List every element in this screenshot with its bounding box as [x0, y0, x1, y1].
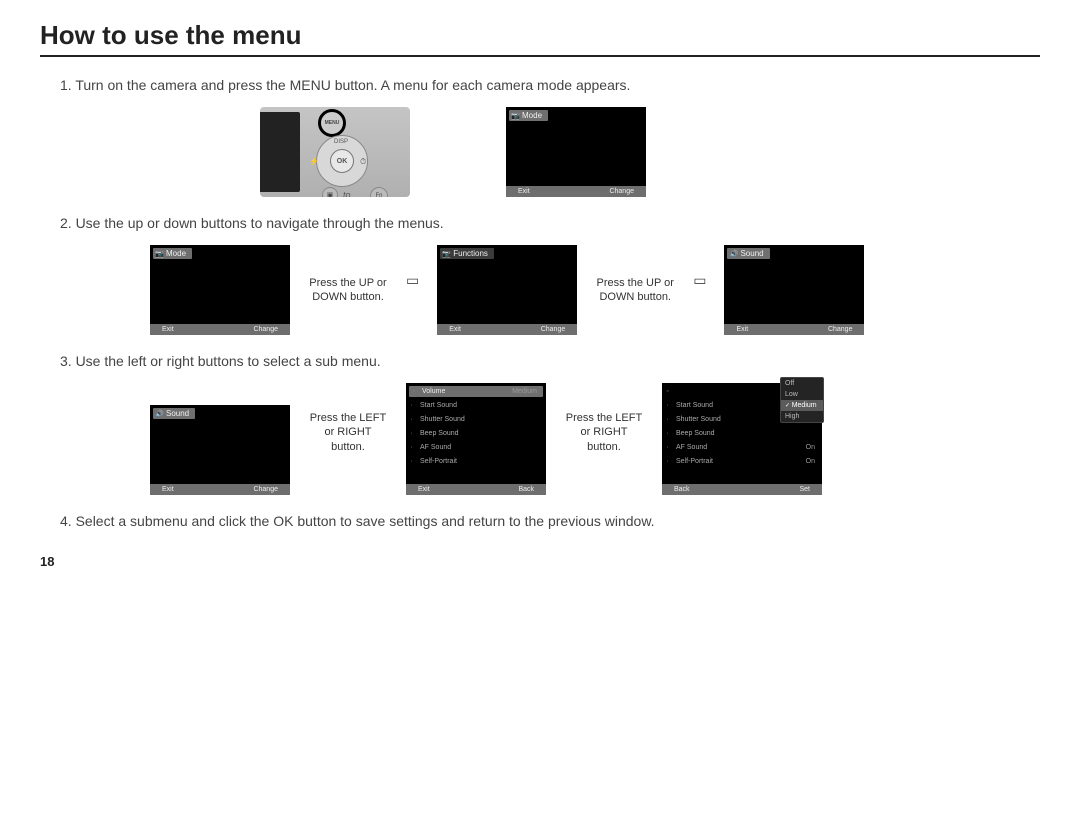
- caption-leftright-1: Press the LEFT or RIGHT button.: [308, 411, 388, 454]
- footer-exit: Exit: [449, 326, 461, 333]
- sound-header-label: Sound: [740, 249, 763, 258]
- camera-illustration: MENU OK DISP ⚡ ⏱ ▣ to Fn: [260, 107, 410, 197]
- camera-icon: 📷: [442, 250, 450, 258]
- af-sound-value: On: [806, 444, 819, 451]
- step-4-text: 4. Select a submenu and click the OK but…: [60, 513, 1040, 529]
- caption-leftright-2: Press the LEFT or RIGHT button.: [564, 411, 644, 454]
- sound-panel-2: 🔊 Sound Exit Change: [150, 405, 290, 495]
- caption-updown-2: Press the UP or DOWN button.: [595, 276, 675, 305]
- beep-sound-label: Beep Sound: [418, 430, 543, 437]
- step-3-text: 3. Use the left or right buttons to sele…: [60, 353, 1040, 369]
- self-portrait-value: On: [806, 458, 819, 465]
- mode-header-label: Mode: [166, 249, 186, 258]
- functions-header-label: Functions: [453, 249, 488, 258]
- popup-medium-selected: Medium: [781, 400, 823, 411]
- footer-change: Change: [541, 326, 566, 333]
- sound-detail-panel: ◦ Volume Medium ·Start Sound ·Shutter So…: [406, 383, 546, 495]
- footer-exit: Exit: [162, 486, 174, 493]
- start-sound-label: Start Sound: [418, 402, 543, 409]
- step-2-text: 2. Use the up or down buttons to navigat…: [60, 215, 1040, 231]
- footer-exit: Exit: [162, 326, 174, 333]
- shutter-sound-label: Shutter Sound: [418, 416, 543, 423]
- speaker-icon: 🔊: [155, 410, 163, 418]
- footer-change: Change: [253, 486, 278, 493]
- footer-set: Set: [799, 486, 810, 493]
- af-sound-label-2: AF Sound: [674, 444, 802, 451]
- speaker-icon: 🔊: [729, 250, 737, 258]
- sound-detail-panel-popup: ◦ ·Start Sound ·Shutter Sound ·Beep Soun…: [662, 383, 822, 495]
- squiggle-label: to: [343, 190, 351, 197]
- sound-panel: 🔊 Sound Exit Change: [724, 245, 864, 335]
- footer-back: Back: [518, 486, 534, 493]
- page-title: How to use the menu: [40, 20, 1040, 57]
- volume-label: Volume: [420, 388, 508, 395]
- volume-popup: Off Low Medium High: [780, 377, 824, 423]
- footer-exit: Exit: [418, 486, 430, 493]
- footer-change: Change: [253, 326, 278, 333]
- flash-icon: ⚡: [309, 157, 319, 166]
- volume-value: Medium: [512, 388, 541, 395]
- footer-exit: Exit: [518, 188, 530, 195]
- camera-icon: 📷: [511, 112, 519, 120]
- disp-label: DISP: [334, 139, 348, 145]
- step-1-text: 1. Turn on the camera and press the MENU…: [60, 77, 1040, 93]
- popup-off: Off: [781, 378, 823, 389]
- caption-updown-1: Press the UP or DOWN button.: [308, 276, 388, 305]
- timer-icon: ⏱: [360, 157, 366, 167]
- menu-button-icon: MENU: [318, 109, 346, 137]
- mode-panel: 📷 Mode Exit Change: [506, 107, 646, 197]
- beep-sound-label-2: Beep Sound: [674, 430, 819, 437]
- page-number: 18: [40, 554, 1040, 569]
- popup-low: Low: [781, 389, 823, 400]
- footer-back: Back: [674, 486, 690, 493]
- arrow-icon: ▭: [406, 272, 419, 289]
- popup-high: High: [781, 411, 823, 422]
- footer-exit: Exit: [736, 326, 748, 333]
- fn-button-icon: Fn: [370, 187, 388, 197]
- ok-button-icon: OK: [330, 149, 354, 173]
- camera-icon: 📷: [155, 250, 163, 258]
- self-portrait-label-2: Self-Portrait: [674, 458, 802, 465]
- self-portrait-label: Self-Portrait: [418, 458, 543, 465]
- arrow-icon: ▭: [693, 272, 706, 289]
- footer-change: Change: [609, 188, 634, 195]
- mode-header-label: Mode: [522, 111, 542, 120]
- play-icon: ▣: [322, 187, 338, 197]
- af-sound-label: AF Sound: [418, 444, 543, 451]
- mode-panel-2: 📷 Mode Exit Change: [150, 245, 290, 335]
- functions-panel: 📷 Functions Exit Change: [437, 245, 577, 335]
- footer-change: Change: [828, 326, 853, 333]
- sound-header-label: Sound: [166, 409, 189, 418]
